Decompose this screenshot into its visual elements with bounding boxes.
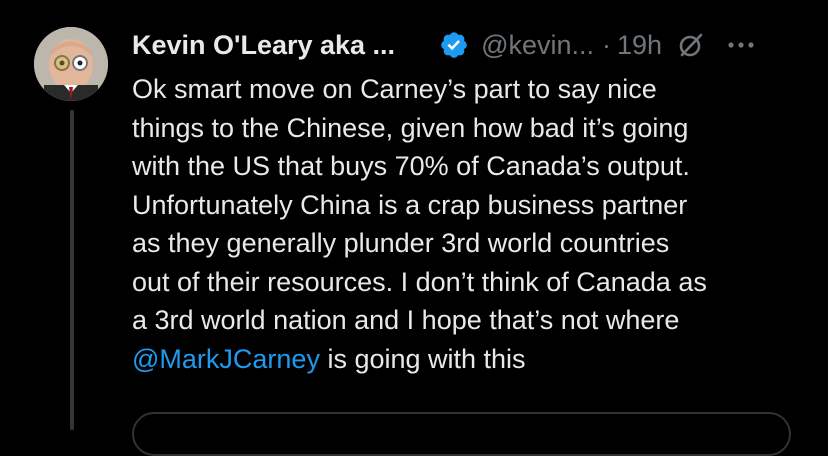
tweet-text-tail: is going with this <box>319 343 526 374</box>
verified-badge-icon[interactable] <box>439 30 469 60</box>
author-avatar[interactable] <box>34 27 108 101</box>
thread-line <box>70 110 74 430</box>
author-display-name[interactable]: Kevin O'Leary aka ... <box>132 27 395 63</box>
tweet-header: Kevin O'Leary aka ... @kevin... · 19h <box>132 27 756 63</box>
tweet-text-line: Ok smart move on Carney’s part to say ni… <box>132 74 657 104</box>
author-handle[interactable]: @kevin... <box>481 27 594 63</box>
grok-icon[interactable] <box>676 30 706 60</box>
timestamp[interactable]: 19h <box>617 27 662 63</box>
tweet-text: Ok smart move on Carney’s part to say ni… <box>132 70 812 378</box>
header-separator: · <box>602 30 612 60</box>
tweet-text-line: with the US that buys 70% of Canada’s ou… <box>132 151 690 181</box>
tweet-text-line: Unfortunately China is a crap business p… <box>132 189 688 220</box>
tweet-text-line: things to the Chinese, given how bad it’… <box>132 112 689 143</box>
tweet-text-line: as they generally plunder 3rd world coun… <box>132 228 670 258</box>
tweet-text-line: out of their resources. I don’t think of… <box>132 266 707 297</box>
tweet-text-line-last: @MarkJCarney is going with this <box>132 340 812 379</box>
more-options-icon[interactable] <box>726 30 756 60</box>
tweet-text-line: a 3rd world nation and I hope that’s not… <box>132 305 680 335</box>
quoted-post-card[interactable] <box>132 412 791 456</box>
mention-link[interactable]: @MarkJCarney <box>132 344 320 374</box>
avatar-photo-icon <box>34 27 108 101</box>
tweet[interactable]: Kevin O'Leary aka ... @kevin... · 19h Ok… <box>0 0 828 456</box>
